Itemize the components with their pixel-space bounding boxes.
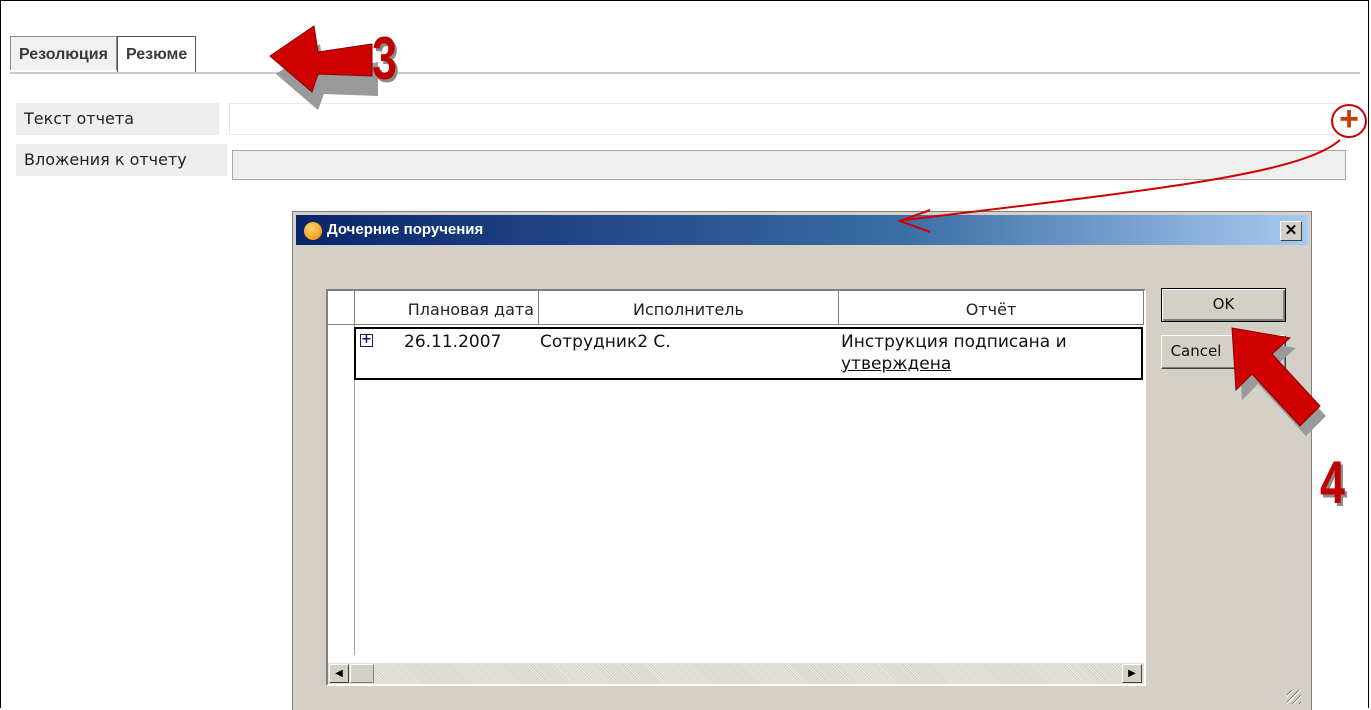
column-header-planned-date[interactable]: Плановая дата (355, 291, 539, 325)
row-report-line2: утверждена (841, 354, 952, 374)
attachments-label: Вложения к отчету (16, 144, 227, 176)
dialog-titlebar[interactable]: Дочерние поручения ✕ (296, 215, 1308, 245)
child-tasks-dialog: Дочерние поручения ✕ Плановая дата Испол… (292, 211, 1312, 710)
tab-summary[interactable]: Резюме (116, 36, 197, 73)
row-executor: Сотрудник2 С. (540, 332, 671, 352)
report-text-field[interactable] (229, 103, 1347, 135)
scrollbar-thumb[interactable] (350, 664, 374, 683)
ok-button[interactable]: OK (1161, 288, 1286, 322)
arrow-left-icon: ◀ (335, 668, 343, 679)
dialog-title: Дочерние поручения (327, 221, 484, 238)
expand-icon[interactable]: + (360, 333, 373, 347)
column-header-executor[interactable]: Исполнитель (539, 291, 839, 325)
close-icon: ✕ (1284, 222, 1298, 239)
tab-resolution[interactable]: Резолюция (10, 36, 117, 70)
attachments-field[interactable] (232, 150, 1346, 180)
scroll-left-button[interactable]: ◀ (329, 664, 349, 683)
grid-row-indicator-column (328, 325, 355, 655)
child-tasks-grid[interactable]: Плановая дата Исполнитель Отчёт + 26.11.… (326, 289, 1146, 686)
row-report: Инструкция подписана и утверждена (841, 331, 1131, 375)
scroll-right-button[interactable]: ▶ (1122, 664, 1142, 683)
tab-divider (10, 72, 1360, 74)
table-row[interactable]: + 26.11.2007 Сотрудник2 С. Инструкция по… (354, 327, 1143, 380)
tab-bar: Резолюция Резюме (10, 36, 197, 73)
grid-corner (328, 291, 355, 325)
grid-header: Плановая дата Исполнитель Отчёт (328, 291, 1144, 325)
close-button[interactable]: ✕ (1280, 221, 1302, 241)
report-text-label: Текст отчета (16, 103, 219, 135)
resize-grip-icon[interactable] (1287, 690, 1301, 704)
step-3-label: 3 (372, 25, 398, 92)
step-4-label: 4 (1320, 449, 1346, 516)
add-report-button[interactable]: + (1331, 100, 1367, 138)
cancel-button[interactable]: Cancel (1161, 335, 1286, 369)
horizontal-scrollbar[interactable]: ◀ ▶ (328, 663, 1144, 684)
row-report-line1: Инструкция подписана и (841, 332, 1067, 352)
plus-icon: + (1339, 100, 1359, 138)
row-planned-date: 26.11.2007 (404, 332, 502, 352)
dialog-app-icon (304, 222, 322, 240)
arrow-right-icon: ▶ (1128, 668, 1136, 679)
column-header-report[interactable]: Отчёт (839, 291, 1144, 325)
